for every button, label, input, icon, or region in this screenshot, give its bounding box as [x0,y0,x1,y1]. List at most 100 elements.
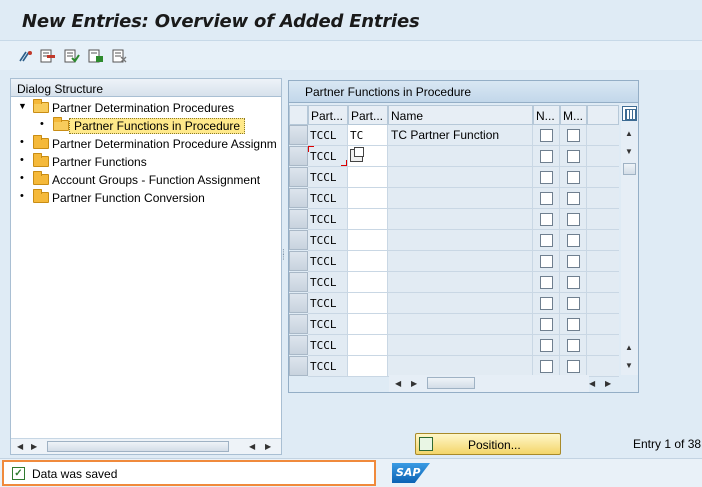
table-vertical-scrollbar[interactable]: ▲ ▼ ▲ ▼ [621,105,638,375]
position-button[interactable]: Position... [415,433,561,455]
n-checkbox[interactable] [540,297,553,310]
column-header-name[interactable]: Name [388,105,533,125]
deselect-all-icon[interactable] [112,49,128,63]
column-header-n[interactable]: N... [533,105,560,125]
column-header-m[interactable]: M... [560,105,587,125]
m-checkbox-cell [560,251,587,272]
scroll-left-icon[interactable]: ◀ [249,442,255,451]
delete-icon[interactable] [40,49,56,63]
row-selector[interactable] [289,188,308,208]
scroll-left-icon[interactable]: ◀ [395,379,401,388]
function-input[interactable] [348,251,388,272]
n-checkbox[interactable] [540,360,553,373]
n-checkbox[interactable] [540,234,553,247]
n-checkbox[interactable] [540,171,553,184]
m-checkbox[interactable] [567,339,580,352]
scroll-down-icon[interactable]: ▼ [625,361,633,370]
function-input[interactable] [348,272,388,293]
n-checkbox-cell [533,335,560,356]
bullet-icon: • [20,136,24,148]
table-settings-icon[interactable] [622,106,637,121]
scroll-right-icon[interactable]: ▶ [265,442,271,451]
m-checkbox[interactable] [567,150,580,163]
row-selector[interactable] [289,125,308,145]
tree-item-partner-functions-in-procedure[interactable]: • Partner Functions in Procedure [11,117,283,135]
m-checkbox[interactable] [567,192,580,205]
function-input[interactable] [348,188,388,209]
scroll-thumb[interactable] [47,441,229,452]
row-selector[interactable] [289,356,308,376]
m-checkbox[interactable] [567,297,580,310]
n-checkbox[interactable] [540,255,553,268]
m-checkbox-cell [560,125,587,146]
row-selector[interactable] [289,314,308,334]
tree-item-partner-determination-procedures[interactable]: ▼ Partner Determination Procedures [11,99,283,117]
scroll-right-icon[interactable]: ▶ [31,442,37,451]
scroll-up-icon[interactable]: ▲ [625,129,633,138]
row-selector[interactable] [289,146,308,166]
function-input[interactable] [348,146,388,167]
row-selector[interactable] [289,167,308,187]
dialog-structure-panel: Dialog Structure ▼ Partner Determination… [10,78,282,455]
scroll-thumb[interactable] [623,163,636,175]
scroll-left-icon[interactable]: ◀ [589,379,595,388]
function-input[interactable] [348,293,388,314]
function-input[interactable]: TC [348,125,388,146]
row-selector[interactable] [289,230,308,250]
m-checkbox[interactable] [567,213,580,226]
status-message-box[interactable]: ✓ Data was saved [2,460,376,486]
scroll-up-icon[interactable]: ▲ [625,343,633,352]
procedure-cell: TCCL [308,209,348,230]
select-block-icon[interactable] [88,49,104,63]
position-button-label: Position... [468,438,521,452]
column-header-function[interactable]: Part... [348,105,388,125]
n-checkbox[interactable] [540,192,553,205]
n-checkbox[interactable] [540,339,553,352]
position-icon [419,437,433,451]
tree-horizontal-scrollbar[interactable]: ◀ ▶ ◀ ▶ [11,438,281,454]
m-checkbox[interactable] [567,171,580,184]
panel-splitter[interactable]: ⁝ ⁝ [282,248,286,270]
folder-icon [33,153,49,167]
name-cell [388,335,533,356]
row-selector[interactable] [289,272,308,292]
function-input[interactable] [348,356,388,377]
display-change-icon[interactable] [18,49,34,63]
m-checkbox[interactable] [567,276,580,289]
function-input[interactable] [348,230,388,251]
function-input[interactable] [348,209,388,230]
procedure-cell: TCCL [308,167,348,188]
function-input[interactable] [348,167,388,188]
tree-item-partner-function-conversion[interactable]: • Partner Function Conversion [11,189,283,207]
tree-item-procedure-assignment[interactable]: • Partner Determination Procedure Assign… [11,135,283,153]
n-checkbox[interactable] [540,318,553,331]
value-help-button[interactable] [350,147,364,162]
m-checkbox[interactable] [567,234,580,247]
select-all-rows-button[interactable] [289,105,308,125]
m-checkbox[interactable] [567,129,580,142]
row-selector[interactable] [289,209,308,229]
scroll-right-icon[interactable]: ▶ [605,379,611,388]
m-checkbox[interactable] [567,360,580,373]
m-checkbox[interactable] [567,318,580,331]
n-checkbox[interactable] [540,129,553,142]
column-header-procedure[interactable]: Part... [308,105,348,125]
select-all-icon[interactable] [64,49,80,63]
scroll-left-icon[interactable]: ◀ [17,442,23,451]
m-checkbox[interactable] [567,255,580,268]
scroll-down-icon[interactable]: ▼ [625,147,633,156]
n-checkbox[interactable] [540,150,553,163]
n-checkbox[interactable] [540,276,553,289]
tree-item-account-groups[interactable]: • Account Groups - Function Assignment [11,171,283,189]
function-input[interactable] [348,314,388,335]
row-selector[interactable] [289,251,308,271]
scroll-thumb[interactable] [427,377,475,389]
table-horizontal-scrollbar[interactable]: ◀ ▶ ◀ ▶ [389,375,611,392]
n-checkbox[interactable] [540,213,553,226]
row-selector[interactable] [289,335,308,355]
function-input[interactable] [348,335,388,356]
scroll-right-icon[interactable]: ▶ [411,379,417,388]
row-selector[interactable] [289,293,308,313]
expand-triangle-icon[interactable]: ▼ [18,101,27,111]
tree-item-partner-functions[interactable]: • Partner Functions [11,153,283,171]
